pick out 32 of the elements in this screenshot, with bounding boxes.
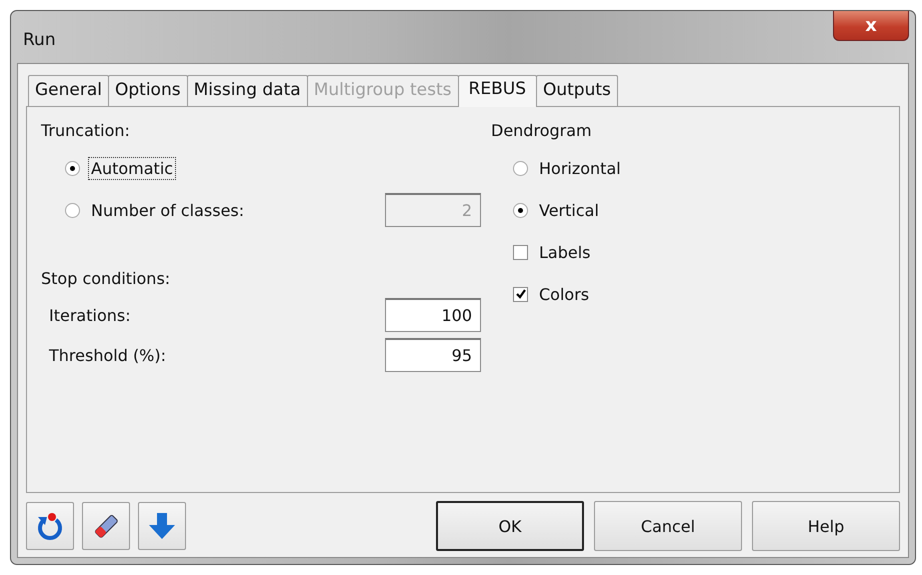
section-label: Dendrogram bbox=[491, 121, 593, 142]
tab[interactable]: General bbox=[28, 75, 109, 106]
field-label: Threshold (%): bbox=[49, 346, 166, 364]
down-arrow-icon bbox=[147, 511, 177, 541]
tool-button[interactable] bbox=[138, 502, 186, 550]
tab[interactable]: REBUS bbox=[458, 75, 537, 107]
radio-label[interactable]: Automatic bbox=[88, 156, 176, 180]
close-button[interactable]: x bbox=[833, 11, 909, 41]
checkbox[interactable] bbox=[513, 286, 528, 302]
radio-button[interactable] bbox=[513, 202, 528, 218]
section-label: Stop conditions: bbox=[41, 269, 172, 290]
section-label: Truncation: bbox=[41, 121, 131, 142]
tool-button[interactable] bbox=[26, 502, 74, 550]
dialog-button[interactable]: OK bbox=[436, 501, 584, 551]
checkbox-label[interactable]: Labels bbox=[536, 240, 594, 264]
dialog-button[interactable]: Help bbox=[752, 501, 900, 551]
number-field[interactable]: 95 bbox=[385, 338, 481, 372]
refresh-icon bbox=[35, 511, 65, 541]
radio-button[interactable] bbox=[65, 202, 80, 218]
radio-label[interactable]: Horizontal bbox=[536, 156, 624, 180]
tool-button[interactable] bbox=[82, 502, 130, 550]
tab[interactable]: Outputs bbox=[536, 75, 618, 106]
radio-button[interactable] bbox=[65, 160, 80, 176]
radio-button[interactable] bbox=[513, 160, 528, 176]
number-field[interactable]: 100 bbox=[385, 298, 481, 332]
field-label: Iterations: bbox=[49, 306, 131, 324]
checkbox[interactable] bbox=[513, 244, 528, 260]
radio-label[interactable]: Vertical bbox=[536, 198, 602, 222]
dialog-button[interactable]: Cancel bbox=[594, 501, 742, 551]
radio-label[interactable]: Number of classes: bbox=[88, 198, 248, 222]
checkbox-label[interactable]: Colors bbox=[536, 282, 592, 306]
window-title: Run bbox=[23, 30, 56, 50]
